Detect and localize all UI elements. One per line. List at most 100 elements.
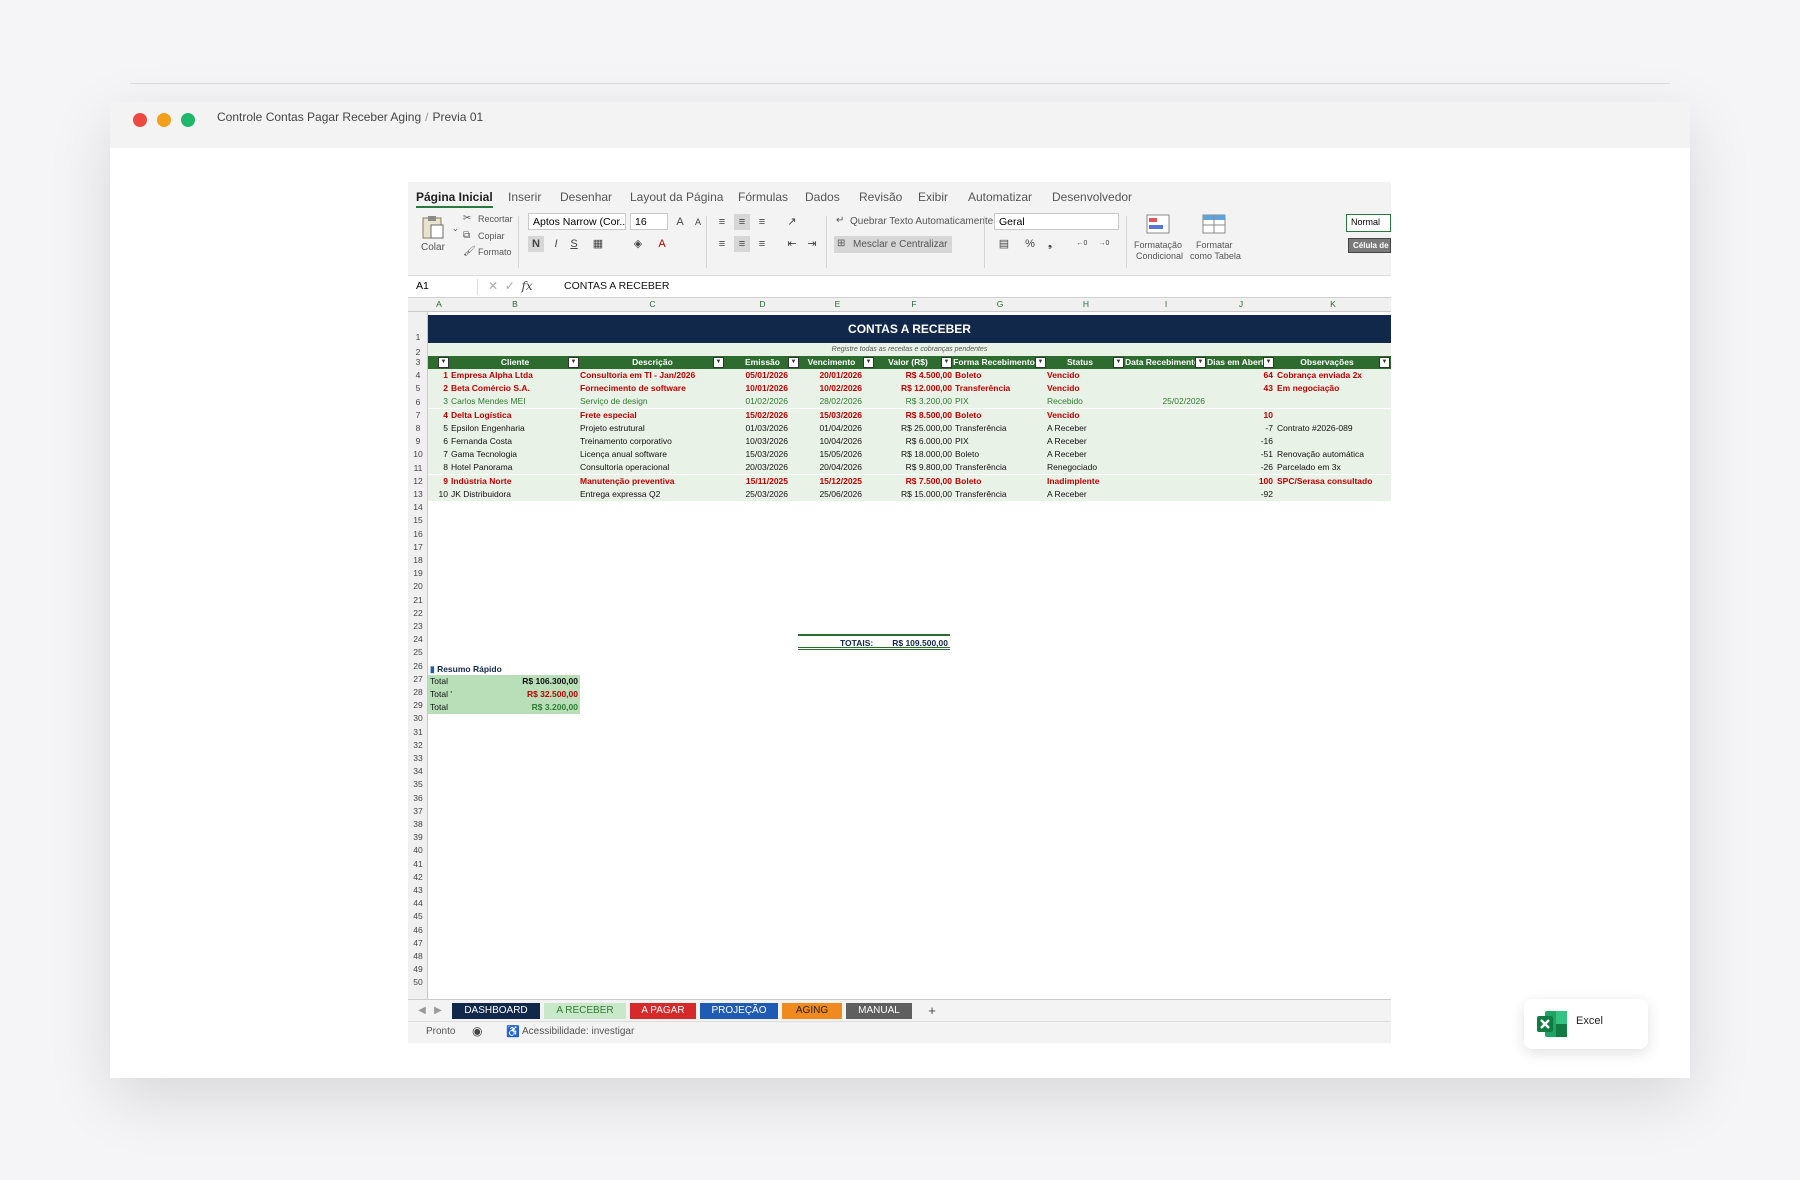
header-forma[interactable]: Forma Recebimento (953, 357, 1035, 367)
cell-valor[interactable]: R$ 12.000,00 (875, 383, 952, 393)
header-cliente[interactable]: Cliente (450, 357, 580, 367)
filter-dropdown-icon[interactable]: ▼ (1195, 357, 1206, 368)
filter-dropdown-icon[interactable]: ▼ (788, 357, 799, 368)
summary-title[interactable]: ▮ Resumo Rápido (430, 664, 502, 675)
tab-pagina-inicial[interactable]: Página Inicial (416, 190, 493, 208)
cell-cliente[interactable]: Carlos Mendes MEI (451, 396, 579, 406)
accessibility-status[interactable]: Acessibilidade: investigar (522, 1026, 634, 1037)
paste-button[interactable]: Colar (418, 214, 448, 254)
cell-n[interactable]: 10 (432, 489, 448, 499)
breadcrumb-file[interactable]: Controle Contas Pagar Receber Aging (217, 110, 421, 124)
cell-n[interactable]: 9 (432, 476, 448, 486)
table-row[interactable]: 9 Indústria Norte Manutenção preventiva 15/… (428, 474, 1391, 488)
tab-dados[interactable]: Dados (805, 190, 840, 204)
row-header[interactable]: 28 (408, 687, 428, 697)
cell-forma[interactable]: Boleto (955, 449, 1045, 459)
cell-emissao[interactable]: 01/03/2026 (725, 423, 788, 433)
cell-obs[interactable]: Contrato #2026-089 (1277, 423, 1391, 433)
row-header[interactable]: 12 (408, 476, 428, 486)
cell-status[interactable]: A Receber (1047, 489, 1123, 499)
sheet-tab-aging[interactable]: AGING (782, 1003, 842, 1019)
filter-dropdown-icon[interactable]: ▼ (863, 357, 874, 368)
tab-desenvolvedor[interactable]: Desenvolvedor (1052, 190, 1132, 204)
sheet-tab-a-receber[interactable]: A RECEBER (544, 1003, 626, 1019)
cell-emissao[interactable]: 25/03/2026 (725, 489, 788, 499)
row-header[interactable]: 21 (408, 595, 428, 605)
row-header[interactable]: 22 (408, 608, 428, 618)
tab-layout[interactable]: Layout da Página (630, 190, 723, 204)
table-row[interactable]: 4 Delta Logística Frete especial 15/02/2026… (428, 408, 1391, 422)
cell-dias[interactable]: 64 (1207, 370, 1273, 380)
table-row[interactable]: 5 Epsilon Engenharia Projeto estrutural 01/… (428, 421, 1391, 435)
italic-button[interactable]: I (548, 236, 564, 252)
filter-dropdown-icon[interactable]: ▼ (941, 357, 952, 368)
row-header[interactable]: 29 (408, 700, 428, 710)
number-format-select[interactable]: Geral (994, 213, 1119, 230)
column-header-c[interactable]: C (580, 299, 725, 309)
cell-emissao[interactable]: 05/01/2026 (725, 370, 788, 380)
cell-status[interactable]: Inadimplente (1047, 476, 1123, 486)
cell-desc[interactable]: Projeto estrutural (580, 423, 723, 433)
cell-desc[interactable]: Entrega expressa Q2 (580, 489, 723, 499)
row-header[interactable]: 42 (408, 872, 428, 882)
filter-dropdown-icon[interactable]: ▼ (1379, 357, 1390, 368)
row-header[interactable]: 26 (408, 661, 428, 671)
cell-forma[interactable]: Transferência (955, 489, 1045, 499)
totals-label[interactable]: TOTAIS: (840, 638, 873, 648)
font-color-icon[interactable]: A (654, 236, 670, 252)
decrease-decimal-icon[interactable]: →0 (1096, 236, 1112, 252)
decrease-indent-icon[interactable]: ⇤ (784, 236, 800, 252)
cell-status[interactable]: Renegociado (1047, 462, 1123, 472)
totals-value[interactable]: R$ 109.500,00 (892, 638, 948, 648)
row-header[interactable]: 36 (408, 793, 428, 803)
cell-data-rec[interactable]: 25/02/2026 (1125, 396, 1205, 406)
bold-button[interactable]: N (528, 236, 544, 252)
row-header[interactable]: 47 (408, 938, 428, 948)
table-row[interactable]: 6 Fernanda Costa Treinamento corporativo 10… (428, 435, 1391, 448)
column-header-d[interactable]: D (725, 299, 800, 309)
filter-dropdown-icon[interactable]: ▼ (1263, 357, 1274, 368)
cell-desc[interactable]: Serviço de design (580, 396, 723, 406)
cell-dias[interactable]: -92 (1207, 489, 1273, 499)
cell-forma[interactable]: PIX (955, 436, 1045, 446)
table-row[interactable]: 10 JK Distribuidora Entrega expressa Q2 25/… (428, 487, 1391, 501)
cell-status[interactable]: Recebido (1047, 396, 1123, 406)
column-header-g[interactable]: G (953, 299, 1047, 309)
accessibility-icon[interactable]: ♿ (506, 1025, 520, 1038)
cell-forma[interactable]: Transferência (955, 423, 1045, 433)
cell-cliente[interactable]: Indústria Norte (451, 476, 579, 486)
increase-decimal-icon[interactable]: ←0 (1074, 236, 1090, 252)
cell-status[interactable]: A Receber (1047, 436, 1123, 446)
cell-n[interactable]: 6 (432, 436, 448, 446)
cell-forma[interactable]: Boleto (955, 370, 1045, 380)
tab-inserir[interactable]: Inserir (508, 190, 541, 204)
cell-dias[interactable]: -16 (1207, 436, 1273, 446)
cell-cliente[interactable]: Empresa Alpha Ltda (451, 370, 579, 380)
row-header[interactable]: 20 (408, 581, 428, 591)
row-header[interactable]: 45 (408, 911, 428, 921)
row-header[interactable]: 13 (408, 489, 428, 499)
column-header-a[interactable]: A (428, 299, 450, 309)
row-header[interactable]: 5 (408, 383, 428, 393)
cut-button[interactable]: Recortar (478, 214, 513, 224)
cell-emissao[interactable]: 15/03/2026 (725, 449, 788, 459)
sheet-title[interactable]: CONTAS A RECEBER (428, 315, 1391, 343)
row-header[interactable]: 41 (408, 859, 428, 869)
align-top-icon[interactable]: ≡ (714, 214, 730, 230)
row-header[interactable]: 11 (408, 463, 428, 473)
cell-valor[interactable]: R$ 18.000,00 (875, 449, 952, 459)
cell-forma[interactable]: Boleto (955, 476, 1045, 486)
row-header[interactable]: 7 (408, 410, 428, 420)
cell-status[interactable]: Vencido (1047, 410, 1123, 420)
cell-cliente[interactable]: Hotel Panorama (451, 462, 579, 472)
cell-emissao[interactable]: 15/02/2026 (725, 410, 788, 420)
row-header[interactable]: 27 (408, 674, 428, 684)
row-header[interactable]: 31 (408, 727, 428, 737)
cell-forma[interactable]: Boleto (955, 410, 1045, 420)
breadcrumb-version[interactable]: Previa 01 (432, 110, 483, 124)
row-header[interactable]: 18 (408, 555, 428, 565)
conditional-format-button[interactable]: Formatação Condicional (1132, 212, 1186, 270)
column-header-b[interactable]: B (450, 299, 580, 309)
row-header[interactable]: 48 (408, 951, 428, 961)
thousands-separator-icon[interactable]: ❟ (1042, 236, 1058, 252)
